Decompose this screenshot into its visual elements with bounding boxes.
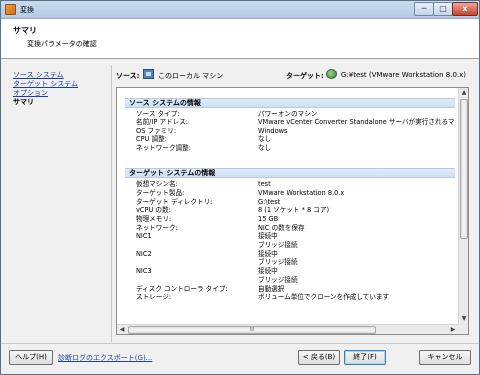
convert-window: 変換 ─ □ x サマリ 変換パラメータの確認 ソース システム ターゲット シ… [0, 0, 480, 375]
table-row: NIC2 接続中 [136, 250, 278, 258]
minimize-button[interactable]: ─ [414, 2, 434, 16]
table-row: 名前/IP アドレス: VMware vCenter Converter Stan… [136, 118, 455, 126]
summary-panel: ソース システムの情報 ソース タイプ: パワーオンのマシン 名前/IP アドレス… [116, 87, 469, 335]
table-row: OS ファミリ: Windows [136, 127, 288, 135]
vm-target-icon [326, 69, 337, 79]
title-bar: 変換 ─ □ x [1, 1, 479, 19]
scroll-left-icon[interactable]: ◀ [117, 325, 127, 334]
divider [111, 65, 112, 342]
scroll-down-icon[interactable]: ▼ [459, 314, 468, 324]
table-row: vCPU の数: 8 (1 ソケット * 8 コア) [136, 206, 330, 214]
table-row: ブリッジ接続 [258, 276, 298, 284]
footer-divider [1, 343, 479, 344]
summary-content: ソース システムの情報 ソース タイプ: パワーオンのマシン 名前/IP アドレス… [117, 88, 458, 324]
page-subtitle: 変換パラメータの確認 [27, 40, 97, 48]
table-row: 仮想マシン名: test [136, 180, 271, 188]
table-row: ターゲット製品: VMware Workstation 8.0.x [136, 189, 345, 197]
source-label: ソース: [116, 72, 140, 80]
step-source-system[interactable]: ソース システム [13, 71, 108, 80]
table-row: ブリッジ接続 [258, 258, 298, 266]
target-value: G:¥test (VMware Workstation 8.0.x) [341, 71, 467, 79]
target-section-header: ターゲット システムの情報 [125, 168, 455, 178]
export-log-link[interactable]: 診断ログのエクスポート(G)... [58, 353, 152, 363]
table-row: ブリッジ接続 [258, 241, 298, 249]
close-button[interactable]: x [452, 2, 478, 16]
source-section-header: ソース システムの情報 [125, 98, 455, 108]
page-title: サマリ [13, 26, 37, 35]
horizontal-scrollbar[interactable]: ◀ III ▶ [117, 324, 458, 334]
table-row: ディスク コントローラ タイプ: 自動選択 [136, 285, 285, 293]
target-label: ターゲット: [286, 72, 324, 80]
table-row: ターゲット ディレクトリ: G:\test [136, 198, 281, 206]
table-row: CPU 調整: なし [136, 135, 272, 143]
cancel-button[interactable]: キャンセル [419, 350, 471, 365]
app-icon [5, 4, 16, 15]
scroll-up-icon[interactable]: ▲ [459, 88, 468, 98]
table-row: ストレージ: ボリューム単位でクローンを作成しています [136, 293, 390, 301]
help-button[interactable]: ヘルプ(H) [9, 350, 53, 365]
back-button[interactable]: < 戻る(B) [298, 350, 340, 365]
table-row: ネットワーク調整: なし [136, 144, 272, 152]
step-target-system[interactable]: ターゲット システム [13, 80, 108, 89]
vertical-scroll-thumb[interactable] [460, 99, 468, 239]
step-options[interactable]: オプション [13, 89, 108, 98]
table-row: ソース タイプ: パワーオンのマシン [136, 110, 318, 118]
scroll-right-icon[interactable]: ▶ [448, 325, 458, 334]
computer-icon [143, 69, 154, 79]
horizontal-scroll-thumb[interactable]: III [128, 326, 376, 334]
table-row: 物理メモリ: 15 GB [136, 215, 279, 223]
table-row: ネットワーク: NIC の数を保存 [136, 224, 305, 232]
window-title: 変換 [20, 6, 34, 14]
scroll-corner [458, 324, 468, 334]
table-row: NIC3 接続中 [136, 267, 278, 275]
summary-bar: ソース: このローカル マシン ターゲット: G:¥test (VMware W… [116, 68, 466, 82]
page-header: サマリ 変換パラメータの確認 [1, 19, 479, 59]
step-summary: サマリ [13, 98, 34, 106]
table-row: NIC1 接続中 [136, 232, 278, 240]
maximize-button[interactable]: □ [433, 2, 453, 16]
source-value: このローカル マシン [158, 72, 224, 80]
finish-button[interactable]: 終了(F) [344, 350, 386, 365]
wizard-steps: ソース システム ターゲット システム オプション サマリ [13, 71, 108, 107]
vertical-scrollbar[interactable]: ▲ ▼ [458, 88, 468, 324]
